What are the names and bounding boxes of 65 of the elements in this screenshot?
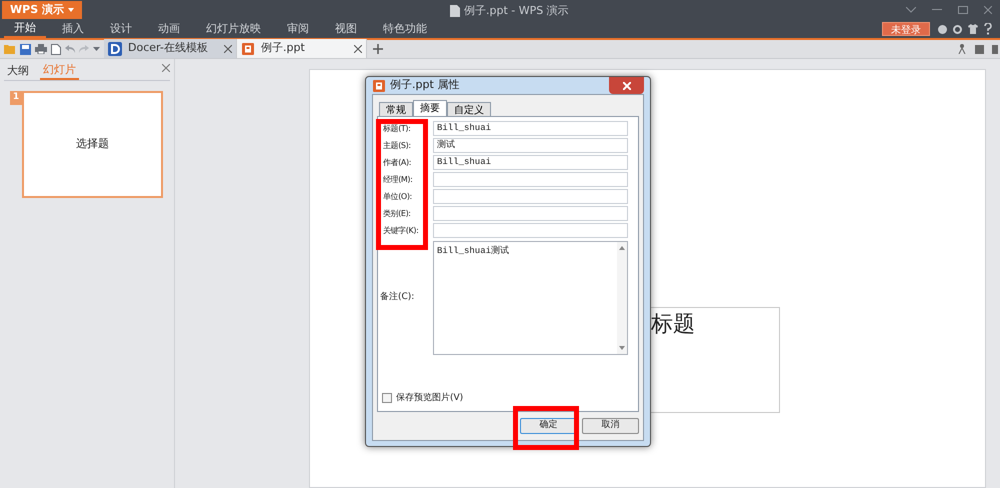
dropdown-icon[interactable] (93, 47, 100, 51)
dialog-title: 例子.ppt 属性 (390, 77, 460, 94)
shirt-icon[interactable] (968, 24, 978, 34)
chevron-down-icon[interactable] (906, 7, 916, 13)
ribbon-tab[interactable]: 特色功能 (373, 20, 437, 38)
ribbon-tab[interactable]: 插入 (52, 20, 94, 38)
caret-icon (68, 8, 74, 12)
input-field[interactable] (433, 189, 628, 204)
presentation-icon (241, 42, 255, 56)
dialog-tab[interactable]: 自定义 (447, 102, 491, 116)
ribbon-tab[interactable]: 动画 (148, 20, 190, 38)
input-field[interactable]: Bill_shuai (433, 155, 628, 170)
notes-field[interactable]: Bill_shuai测试 (433, 241, 628, 355)
undo-icon[interactable] (65, 45, 75, 53)
document-tab[interactable]: 例子.ppt (237, 39, 367, 58)
input-field[interactable]: Bill_shuai (433, 121, 628, 136)
field-label: 经理(M): (383, 175, 412, 184)
close-button[interactable] (609, 77, 644, 94)
slide-thumbnail[interactable]: 选择题 (22, 91, 163, 198)
close-icon (354, 44, 362, 52)
field-label: 主题(S): (383, 141, 411, 150)
scroll-up-icon[interactable] (619, 246, 625, 250)
close-icon[interactable] (984, 6, 992, 14)
input-field[interactable] (433, 172, 628, 187)
dialog-button[interactable]: 取消 (582, 418, 639, 434)
dialog-tab[interactable]: 摘要 (413, 100, 447, 116)
field-label: 单位(O): (383, 192, 412, 202)
field-label: 备注(C): (380, 291, 416, 304)
ribbon-tab[interactable]: 审阅 (277, 20, 319, 38)
field-label: 关键字(K): (383, 226, 418, 236)
panel-tab[interactable]: 大纲 (4, 62, 32, 80)
field-label: 作者(A): (383, 158, 412, 168)
window-title: 例子.ppt - WPS 演示 (464, 3, 569, 19)
dialog-button[interactable]: 确定 (520, 418, 577, 434)
document-tab[interactable]: Docer-在线模板 (104, 39, 237, 58)
print-icon[interactable] (35, 44, 47, 54)
ribbon-tab[interactable]: 视图 (325, 20, 367, 38)
save-icon[interactable] (20, 44, 31, 54)
scrollbar[interactable] (617, 242, 627, 354)
help-icon[interactable] (984, 23, 992, 35)
dialog-tab[interactable]: 常规 (379, 102, 413, 116)
ribbon-tab[interactable]: 设计 (100, 20, 142, 38)
minimize-icon[interactable] (932, 9, 942, 11)
maximize-icon[interactable] (958, 6, 968, 14)
slide-number: 1 (10, 91, 22, 105)
document-icon (450, 5, 460, 18)
close-icon (622, 82, 630, 90)
preview-icon[interactable] (51, 44, 61, 54)
ribbon-tab[interactable]: 幻灯片放映 (196, 20, 271, 38)
document-logo-icon (108, 42, 122, 56)
checkbox-label: 保存预览图片(V) (396, 392, 464, 404)
figure-icon[interactable] (957, 44, 967, 54)
input-field[interactable] (433, 206, 628, 221)
scroll-down-icon[interactable] (619, 346, 625, 350)
ribbon-tab[interactable]: 开始 (4, 20, 46, 38)
field-label: 类别(E): (383, 209, 411, 218)
close-icon[interactable] (162, 64, 170, 72)
presentation-icon (372, 78, 386, 92)
checkbox[interactable] (382, 393, 392, 404)
close-icon (224, 44, 232, 52)
new-tab-icon[interactable] (373, 44, 383, 54)
highlight-frame (513, 406, 579, 450)
field-label: 标题(T): (383, 124, 410, 134)
input-field[interactable]: 测试 (433, 138, 628, 153)
input-field[interactable] (433, 223, 628, 238)
